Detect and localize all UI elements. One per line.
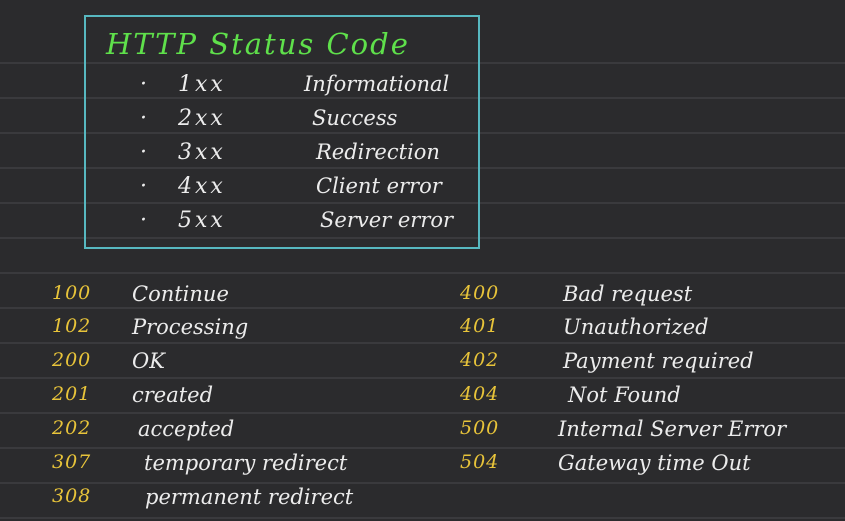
bullet: ·: [140, 140, 147, 165]
status-code: 102: [52, 315, 92, 337]
class-label: Success: [312, 106, 398, 130]
class-code: 4xx: [178, 174, 226, 199]
class-label: Server error: [320, 208, 454, 232]
status-description: Processing: [132, 315, 249, 339]
status-code: 200: [52, 349, 92, 371]
class-row-1xx: · 1xx Informational: [140, 72, 470, 102]
status-description: Continue: [132, 282, 229, 306]
class-row-5xx: · 5xx Server error: [140, 208, 470, 238]
class-label: Informational: [304, 72, 450, 96]
status-description: OK: [132, 349, 165, 373]
status-code: 402: [460, 349, 500, 371]
class-label: Client error: [316, 174, 442, 198]
bullet: ·: [140, 174, 147, 199]
status-code: 202: [52, 417, 92, 439]
status-description: Gateway time Out: [558, 451, 751, 475]
status-description: Payment required: [563, 349, 754, 373]
status-code: 500: [460, 417, 500, 439]
bullet: ·: [140, 72, 147, 97]
class-label: Redirection: [316, 140, 440, 164]
class-code: 3xx: [178, 140, 226, 165]
status-description: Unauthorized: [563, 315, 709, 339]
status-code: 404: [460, 383, 500, 405]
class-code: 1xx: [178, 72, 226, 97]
status-code: 504: [460, 451, 500, 473]
whiteboard-canvas: { "title": "HTTP Status Code", "classes"…: [0, 0, 845, 521]
class-row-2xx: · 2xx Success: [140, 106, 470, 136]
class-code: 5xx: [178, 208, 226, 233]
status-code: 400: [460, 282, 500, 304]
status-code: 308: [52, 485, 92, 507]
bullet: ·: [140, 208, 147, 233]
class-row-4xx: · 4xx Client error: [140, 174, 470, 204]
status-description: created: [132, 383, 214, 407]
status-code: 100: [52, 282, 92, 304]
status-description: permanent redirect: [145, 485, 354, 509]
status-code: 201: [52, 383, 92, 405]
status-description: Internal Server Error: [558, 417, 787, 441]
status-code: 307: [52, 451, 92, 473]
status-description: Bad request: [563, 282, 693, 306]
status-description: temporary redirect: [144, 451, 348, 475]
class-row-3xx: · 3xx Redirection: [140, 140, 470, 170]
status-description: accepted: [138, 417, 235, 441]
class-code: 2xx: [178, 106, 226, 131]
status-description: Not Found: [568, 383, 681, 407]
box-title: HTTP Status Code: [106, 27, 410, 61]
bullet: ·: [140, 106, 147, 131]
status-code: 401: [460, 315, 500, 337]
